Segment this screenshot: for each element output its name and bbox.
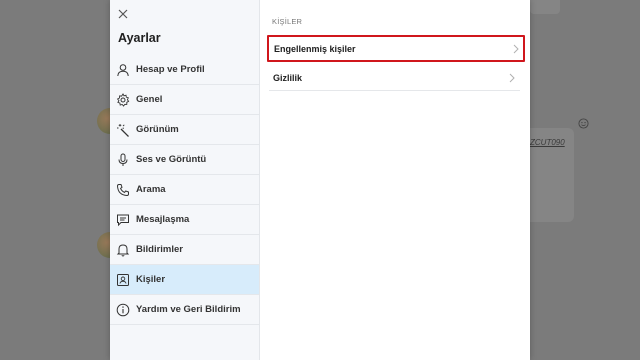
sidebar-item-label: Kişiler (136, 274, 166, 285)
emoji-icon (578, 118, 589, 129)
sidebar-item-label: Yardım ve Geri Bildirim (136, 304, 241, 315)
chevron-right-icon (513, 44, 519, 53)
sidebar-item-appearance[interactable]: Görünüm (110, 115, 259, 145)
sidebar-item-help-feedback[interactable]: Yardım ve Geri Bildirim (110, 295, 259, 325)
chevron-right-icon (509, 73, 515, 82)
microphone-icon (116, 153, 130, 167)
bell-icon (116, 243, 130, 257)
sidebar-item-label: Görünüm (136, 124, 179, 135)
sidebar-item-label: Genel (136, 94, 163, 105)
row-label: Gizlilik (273, 72, 303, 83)
settings-title: Ayarlar (118, 31, 161, 45)
contacts-settings-panel: KİŞİLER Engellenmiş kişiler Gizlilik (260, 0, 530, 360)
settings-sidebar: Ayarlar Hesap ve Profil Genel Görünüm Se… (110, 0, 260, 360)
background-link: ZCUT090 (530, 138, 565, 147)
sidebar-item-contacts[interactable]: Kişiler (110, 265, 259, 295)
chat-icon (116, 213, 130, 227)
sidebar-item-label: Ses ve Görüntü (136, 154, 207, 165)
sidebar-item-calling[interactable]: Arama (110, 175, 259, 205)
close-icon[interactable] (117, 8, 129, 20)
row-label: Engellenmiş kişiler (274, 43, 356, 54)
settings-nav: Hesap ve Profil Genel Görünüm Ses ve Gör… (110, 55, 259, 325)
section-header: KİŞİLER (272, 17, 303, 26)
sidebar-item-messaging[interactable]: Mesajlaşma (110, 205, 259, 235)
magic-wand-icon (116, 123, 130, 137)
sidebar-item-audio-video[interactable]: Ses ve Görüntü (110, 145, 259, 175)
settings-dialog: Ayarlar Hesap ve Profil Genel Görünüm Se… (110, 0, 530, 360)
background-panel-edge (530, 0, 560, 14)
person-icon (116, 63, 130, 77)
privacy-row[interactable]: Gizlilik (269, 65, 520, 91)
sidebar-item-label: Arama (136, 184, 166, 195)
sidebar-item-label: Bildirimler (136, 244, 183, 255)
sidebar-item-label: Hesap ve Profil (136, 64, 205, 75)
blocked-contacts-row[interactable]: Engellenmiş kişiler (267, 35, 525, 62)
info-icon (116, 303, 130, 317)
contact-card-icon (116, 273, 130, 287)
sidebar-item-account-profile[interactable]: Hesap ve Profil (110, 55, 259, 85)
sidebar-item-general[interactable]: Genel (110, 85, 259, 115)
sidebar-item-notifications[interactable]: Bildirimler (110, 235, 259, 265)
gear-icon (116, 92, 130, 107)
phone-icon (116, 183, 130, 197)
sidebar-item-label: Mesajlaşma (136, 214, 190, 225)
